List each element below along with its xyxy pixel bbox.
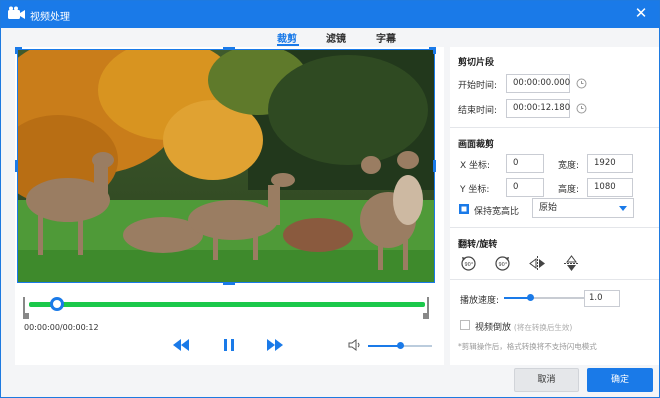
- window-title: 视频处理: [30, 12, 70, 23]
- x-coord-label: X 坐标:: [460, 161, 491, 171]
- reverse-text: 视频倒放: [475, 323, 512, 333]
- flip-section-title: 翻转/旋转: [458, 240, 498, 250]
- aspect-ratio-select[interactable]: 原始: [532, 198, 634, 218]
- volume-fill: [368, 345, 400, 347]
- video-preview[interactable]: [17, 49, 435, 283]
- x-coord-input[interactable]: 0: [506, 154, 544, 173]
- trim-start-handle[interactable]: [23, 297, 29, 319]
- keep-ratio-checkbox[interactable]: [459, 204, 469, 214]
- width-label: 宽度:: [558, 161, 580, 171]
- crop-handle-top-left-v[interactable]: [15, 47, 18, 54]
- tab-subtitle[interactable]: 字幕: [376, 30, 396, 45]
- end-time-input[interactable]: 00:00:12.180: [506, 99, 570, 118]
- timecode: 00:00:00/00:00:12: [24, 323, 99, 332]
- volume-knob[interactable]: [397, 342, 404, 349]
- crop-section-title: 画面裁剪: [458, 140, 495, 150]
- crop-handle-top[interactable]: [223, 47, 235, 50]
- crop-handle-top-right-v[interactable]: [433, 47, 436, 54]
- video-camera-icon: [8, 6, 25, 19]
- aspect-ratio-value: 原始: [539, 203, 558, 213]
- crop-handle-bottom[interactable]: [223, 282, 235, 285]
- lightning-mode-note: *剪辑操作后，格式转换将不支持闪电模式: [458, 342, 597, 351]
- end-time-label: 结束时间:: [458, 106, 498, 116]
- height-input[interactable]: 1080: [587, 178, 633, 197]
- reset-end-time-icon[interactable]: [576, 103, 587, 114]
- ok-button[interactable]: 确定: [587, 368, 653, 392]
- divider: [450, 279, 659, 280]
- timeline-track[interactable]: [29, 302, 425, 307]
- trim-section-title: 剪切片段: [458, 58, 495, 68]
- trim-end-handle[interactable]: [423, 297, 429, 319]
- start-time-input[interactable]: 00:00:00.000: [506, 74, 570, 93]
- fast-forward-icon[interactable]: [266, 337, 284, 353]
- reverse-checkbox[interactable]: [460, 320, 470, 330]
- cancel-button[interactable]: 取消: [514, 368, 579, 392]
- width-input[interactable]: 1920: [587, 154, 633, 173]
- video-frame-image: [18, 50, 434, 282]
- chevron-down-icon: [619, 206, 627, 211]
- video-processing-dialog: 视频处理 ✕ 裁剪 滤镜 字幕 00:00:00/00:00:12 剪切片段 开…: [0, 0, 660, 398]
- active-tab-indicator: [277, 44, 299, 46]
- flip-vertical-icon[interactable]: [563, 255, 580, 272]
- start-time-label: 开始时间:: [458, 81, 498, 91]
- reset-start-time-icon[interactable]: [576, 78, 587, 89]
- tab-crop[interactable]: 裁剪: [277, 30, 297, 45]
- title-bar: 视频处理 ✕: [1, 1, 659, 28]
- reverse-label: 视频倒放 (将在转换后生效): [475, 320, 572, 333]
- y-coord-input[interactable]: 0: [506, 178, 544, 197]
- speed-label: 播放速度:: [460, 296, 500, 306]
- divider: [450, 227, 659, 228]
- pause-icon[interactable]: [220, 337, 238, 353]
- volume-icon[interactable]: [348, 339, 361, 351]
- rotate-left-90-icon[interactable]: 90°: [460, 255, 477, 272]
- y-coord-label: Y 坐标:: [460, 185, 490, 195]
- tab-bar: 裁剪 滤镜 字幕: [15, 28, 445, 47]
- crop-handle-right[interactable]: [433, 160, 436, 172]
- svg-text:90°: 90°: [499, 262, 508, 268]
- crop-handle-left[interactable]: [15, 160, 18, 172]
- reverse-hint: (将在转换后生效): [513, 323, 573, 332]
- speed-knob[interactable]: [527, 294, 535, 301]
- tab-filter[interactable]: 滤镜: [326, 30, 346, 45]
- speed-value: 1.0: [589, 293, 603, 303]
- speed-spinbox[interactable]: 1.0: [584, 290, 620, 307]
- preview-panel: 00:00:00/00:00:12: [15, 47, 444, 365]
- playhead[interactable]: [49, 297, 64, 311]
- flip-horizontal-icon[interactable]: [529, 255, 546, 272]
- rotate-right-90-icon[interactable]: 90°: [494, 255, 511, 272]
- height-label: 高度:: [558, 185, 580, 195]
- settings-panel: 剪切片段 开始时间: 00:00:00.000 结束时间: 00:00:12.1…: [450, 47, 659, 365]
- svg-text:90°: 90°: [465, 262, 474, 268]
- keep-ratio-label: 保持宽高比: [474, 207, 520, 217]
- close-icon[interactable]: ✕: [633, 5, 649, 21]
- divider: [450, 127, 659, 128]
- rewind-icon[interactable]: [172, 337, 190, 353]
